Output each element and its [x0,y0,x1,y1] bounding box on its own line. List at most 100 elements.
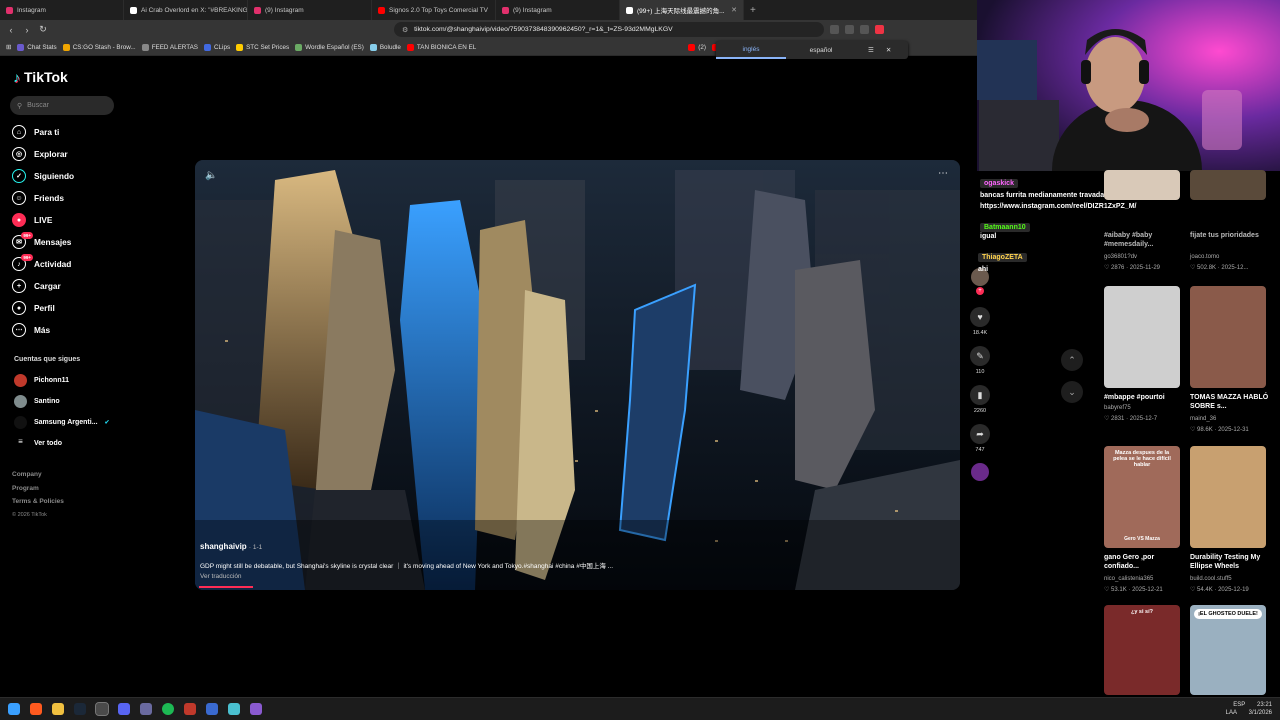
video-author[interactable]: joaco.tomo [1190,254,1274,260]
sidebar-item-cargar[interactable]: + Cargar [12,279,61,293]
app-icon[interactable] [250,703,262,715]
forward-icon[interactable]: › [22,25,32,35]
mute-icon[interactable]: 🔈 [205,170,217,181]
input-language[interactable]: ESP [1233,702,1245,708]
bookmark-item[interactable]: (2) [688,43,706,51]
spotify-icon[interactable] [162,703,174,715]
menu-icon[interactable]: ☰ [868,46,874,54]
video-author[interactable]: shanghaivip [200,542,247,551]
browser-tab[interactable]: (9) Instagram [496,0,620,20]
apps-icon[interactable]: ⊞ [6,44,11,51]
following-account[interactable]: Santino [14,395,60,408]
more-options-icon[interactable]: ⋯ [938,168,948,179]
music-disc-icon[interactable] [971,463,989,481]
video-author[interactable]: nico_calistenia365 [1104,576,1188,582]
video-thumbnail[interactable] [1104,286,1180,388]
tiktok-logo[interactable]: ♪ TikTok [13,69,68,85]
video-title[interactable]: #aibaby #baby #memesdaily... [1104,231,1184,249]
following-account[interactable]: Pichonn11 [14,374,69,387]
site-info-icon[interactable]: ⚙ [402,26,408,34]
translate-source-option[interactable]: inglés [716,42,786,59]
bookmark-item[interactable]: TAN BIONICA EN EL [406,43,476,51]
search-input[interactable]: ⚲ Buscar [10,96,114,115]
brave-shield-icon[interactable] [875,25,884,34]
video-thumbnail[interactable]: ¿y si sí? [1104,605,1180,695]
app-icon[interactable] [228,703,240,715]
video-title[interactable]: fijate tus prioridades [1190,231,1270,240]
next-video-button[interactable]: ⌄ [1061,381,1083,403]
sidebar-item-actividad[interactable]: ♪ 99+ Actividad [12,254,71,271]
steam-icon[interactable] [74,703,86,715]
extension-icon[interactable] [830,25,839,34]
new-tab-icon[interactable]: + [744,5,762,16]
sidebar-item-perfil[interactable]: ● Perfil [12,301,55,315]
browser-tab[interactable]: (9) Instagram [248,0,372,20]
chrome-icon[interactable] [95,702,109,716]
file-explorer-icon[interactable] [52,703,64,715]
video-thumbnail[interactable] [1104,170,1180,200]
browser-tab[interactable]: Instagram [0,0,124,20]
close-tab-icon[interactable]: ✕ [731,6,737,14]
brave-browser-icon[interactable] [30,703,42,715]
like-count: 2831 [1111,416,1125,422]
translate-icon[interactable] [845,25,854,34]
translate-target-option[interactable]: español [786,43,856,58]
sidebar-item-para-ti[interactable]: ⌂ Para ti [12,125,59,139]
video-thumbnail[interactable] [1190,286,1266,388]
video-title[interactable]: Durability Testing My Ellipse Wheels [1190,553,1270,571]
bookmark-item[interactable]: CS:GO Stash - Brow... [62,43,136,51]
system-tray-clock[interactable]: ESP 23:21 LAA 3/1/2026 [1226,701,1272,717]
video-title[interactable]: #mbappe #pourtoi [1104,393,1184,402]
following-account[interactable]: Samsung Argenti... ✔ [14,416,110,429]
discord-icon[interactable] [118,703,130,715]
app-icon[interactable] [140,703,152,715]
url-field[interactable]: ⚙ tiktok.com/@shanghaivip/video/75903738… [394,22,824,37]
see-all-link[interactable]: ≡ Ver todo [14,437,62,450]
footer-link[interactable]: Company [12,471,42,478]
bookmark-item[interactable]: STC Set Prices [236,43,289,51]
reload-icon[interactable]: ↻ [38,24,48,35]
comment-button[interactable]: ✎ 110 [969,346,991,375]
extension-icon[interactable] [860,25,869,34]
video-thumbnail[interactable] [1190,446,1266,548]
browser-tab[interactable]: Signos 2.0 Top Toys Comercial TV [372,0,496,20]
video-thumbnail[interactable]: ¡EL GHOSTEO DUELE! [1190,605,1266,695]
sidebar-item-más[interactable]: ⋯ Más [12,323,50,337]
windows-taskbar: ESP 23:21 LAA 3/1/2026 [0,697,1280,720]
video-title[interactable]: TOMAS MAZZA HABLÓ SOBRE s... [1190,393,1270,411]
video-thumbnail[interactable] [1190,170,1266,200]
sidebar-item-siguiendo[interactable]: ✓ Siguiendo [12,169,74,183]
video-progress-bar[interactable] [199,586,253,588]
app-icon[interactable] [184,703,196,715]
translate-link[interactable]: Ver traducción [200,573,242,580]
video-player[interactable]: 🔈 ⋯ [195,160,960,590]
bookmark-item[interactable]: Chat Stats [17,43,57,51]
sidebar-item-explorar[interactable]: ◎ Explorar [12,147,68,161]
bookmark-item[interactable]: FEED ALERTAS [141,43,198,51]
footer-link[interactable]: Program [12,485,39,492]
video-title[interactable]: gano Gero ,por confiado... [1104,553,1184,571]
video-author[interactable]: babyref75 [1104,405,1188,411]
bookmark-button[interactable]: ▮ 2260 [969,385,991,414]
video-author[interactable]: build.cool.stuff5 [1190,576,1274,582]
video-author[interactable]: maind_36 [1190,416,1274,422]
follow-plus-icon[interactable]: + [976,287,984,295]
browser-tab[interactable]: Ai Crab Overlord en X: "#BREAKING [124,0,248,20]
like-button[interactable]: ♥ 18.4K [969,307,991,336]
previous-video-button[interactable]: ⌃ [1061,349,1083,371]
bookmark-item[interactable]: Boludle [369,43,401,51]
bookmark-item[interactable]: CLips [204,43,230,51]
share-button[interactable]: ➦ 747 [969,424,991,453]
sidebar-item-live[interactable]: ● LIVE [12,213,52,227]
close-icon[interactable]: ✕ [886,46,891,54]
bookmark-item[interactable]: Wordle Español (ES) [295,43,364,51]
browser-tab[interactable]: (99+) 上海天际线最震撼的角... ✕ [620,0,744,20]
video-author[interactable]: go36801?dv [1104,254,1188,260]
sidebar-item-friends[interactable]: ☺ Friends [12,191,64,205]
footer-link[interactable]: Terms & Policies [12,498,64,505]
windows-start-icon[interactable] [8,703,20,715]
back-icon[interactable]: ‹ [6,25,16,35]
sidebar-item-mensajes[interactable]: ✉ 99+ Mensajes [12,232,71,249]
app-icon[interactable] [206,703,218,715]
video-thumbnail[interactable]: Mazza despues de la pelea se le hace dif… [1104,446,1180,548]
